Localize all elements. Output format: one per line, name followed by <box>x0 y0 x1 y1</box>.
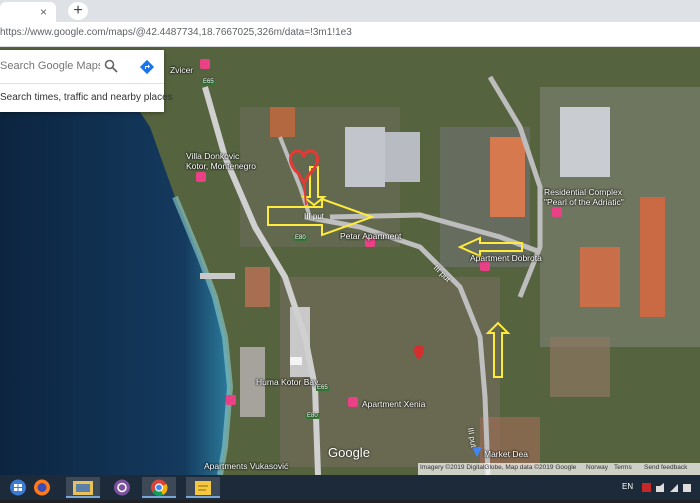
road-shield: E65 <box>316 385 329 391</box>
browser-tab[interactable]: × <box>0 2 56 22</box>
map-label-residential-complex[interactable]: Residential Complex "Pearl of the Adriat… <box>544 187 624 207</box>
road-label: III put <box>304 212 325 221</box>
notes-icon <box>195 481 211 495</box>
road-shield: E65 <box>202 79 215 85</box>
taskbar-notes[interactable] <box>186 477 220 498</box>
url-text[interactable]: https://www.google.com/maps/@42.4487734,… <box>0 27 352 38</box>
map-footer: Imagery ©2019 DigitalGlobe, Map data ©20… <box>418 463 700 475</box>
taskbar-viber[interactable] <box>108 477 136 498</box>
chrome-icon <box>151 479 168 496</box>
map-label-villa-donkovic[interactable]: Villa Donkovic Kotor, Montenegro <box>186 151 256 171</box>
maps-search-panel: Search times, traffic and nearby places <box>0 50 173 112</box>
google-logo: Google <box>328 445 370 460</box>
maps-search-input[interactable] <box>0 53 100 79</box>
map-label-market-dea[interactable]: Market Dea <box>484 449 528 459</box>
taskbar-firefox[interactable] <box>28 477 56 498</box>
map-label-apartment-dobrota[interactable]: Apartment Dobrota <box>470 253 542 263</box>
address-bar[interactable]: https://www.google.com/maps/@42.4487734,… <box>0 22 700 47</box>
map-label-apartments-vukasovic[interactable]: Apartments Vukasović <box>204 461 288 471</box>
map-label-zvicer[interactable]: Zvicer <box>170 65 193 75</box>
new-tab-button[interactable]: + <box>68 2 88 20</box>
tab-strip: × + <box>0 0 700 22</box>
road-shield: E80 <box>294 235 307 241</box>
taskbar: EN <box>0 475 700 500</box>
road-shield: E80 <box>306 413 319 419</box>
taskbar-chrome[interactable] <box>142 477 176 498</box>
system-tray-icons[interactable] <box>642 481 692 494</box>
tab-close-icon[interactable]: × <box>40 5 47 19</box>
terms-link[interactable]: Terms <box>614 464 632 471</box>
search-suggestion[interactable]: Search times, traffic and nearby places <box>0 92 173 103</box>
viber-icon <box>114 479 130 496</box>
send-feedback-link[interactable]: Send feedback <box>644 464 687 471</box>
map-label-apartment-xenia[interactable]: Apartment Xenia <box>362 399 425 409</box>
map-label-huma-kotor-bay[interactable]: Huma Kotor Bay <box>256 377 318 387</box>
taskbar-file-manager[interactable] <box>66 477 100 498</box>
country-link[interactable]: Norway <box>586 464 608 471</box>
language-indicator[interactable]: EN <box>622 482 633 491</box>
search-divider <box>0 83 164 84</box>
file-manager-icon <box>73 481 93 495</box>
map-label-petar-apartment[interactable]: Petar Apartment <box>340 231 401 241</box>
directions-icon[interactable] <box>139 59 155 75</box>
firefox-icon <box>34 479 50 496</box>
search-icon[interactable] <box>104 59 118 73</box>
imagery-credit: Imagery ©2019 DigitalGlobe, Map data ©20… <box>420 464 577 471</box>
